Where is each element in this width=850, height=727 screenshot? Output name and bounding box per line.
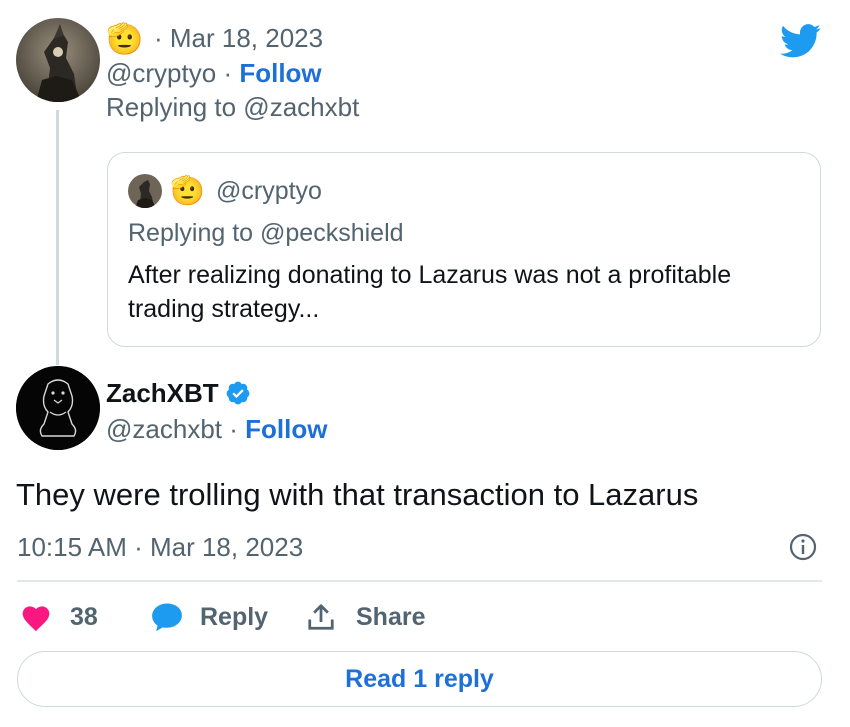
zachxbt-handle[interactable]: @zachxbt xyxy=(106,414,222,444)
main-tweet-text: They were trolling with that transaction… xyxy=(16,477,699,512)
follow-cryptyo-button[interactable]: Follow xyxy=(239,58,321,88)
cryptyo-avatar[interactable] xyxy=(16,18,100,102)
reply-button[interactable]: Reply xyxy=(150,600,268,634)
quoted-cryptyo-avatar[interactable] xyxy=(128,174,162,208)
quoted-handle[interactable]: @cryptyo xyxy=(216,176,322,206)
main-tweet-handle-row: @zachxbt · Follow xyxy=(106,414,327,444)
read-replies-button[interactable]: Read 1 reply xyxy=(17,651,822,707)
parent-tweet-date[interactable]: · Mar 18, 2023 xyxy=(154,23,323,53)
parent-tweet-handle-row: @cryptyo · Follow xyxy=(106,58,322,88)
heart-icon xyxy=(20,602,52,632)
reply-label: Reply xyxy=(200,602,269,631)
verified-badge-icon xyxy=(225,380,251,406)
like-button[interactable]: 38 xyxy=(20,600,98,634)
cryptyo-handle[interactable]: @cryptyo xyxy=(106,58,216,88)
thread-connector xyxy=(56,110,59,365)
cryptyo-name-emoji[interactable]: 🫡 xyxy=(106,22,143,58)
twitter-bird-icon[interactable] xyxy=(780,24,822,58)
share-button[interactable]: Share xyxy=(306,600,425,634)
info-icon[interactable] xyxy=(787,531,819,563)
divider xyxy=(17,580,822,582)
quoted-replying-to[interactable]: Replying to @peckshield xyxy=(128,218,404,248)
tweet-timestamp[interactable]: 10:15 AM · Mar 18, 2023 xyxy=(17,532,303,562)
parent-replying-to[interactable]: Replying to @zachxbt xyxy=(106,92,359,122)
separator-dot: · xyxy=(223,58,233,88)
like-count: 38 xyxy=(70,602,98,631)
follow-zachxbt-button[interactable]: Follow xyxy=(245,414,327,444)
quoted-name-emoji[interactable]: 🫡 xyxy=(170,174,205,208)
zachxbt-avatar[interactable] xyxy=(16,366,100,450)
quoted-text-line-1: After realizing donating to Lazarus was … xyxy=(128,261,732,289)
share-icon xyxy=(306,602,336,632)
reply-bubble-icon xyxy=(150,601,184,633)
zachxbt-display-name[interactable]: ZachXBT xyxy=(106,377,219,409)
read-replies-label: Read 1 reply xyxy=(345,664,494,693)
separator-dot: · xyxy=(229,414,238,444)
quoted-text-line-2: trading strategy... xyxy=(128,295,320,323)
share-label: Share xyxy=(356,602,426,631)
main-tweet-name-row: ZachXBT xyxy=(106,377,251,409)
